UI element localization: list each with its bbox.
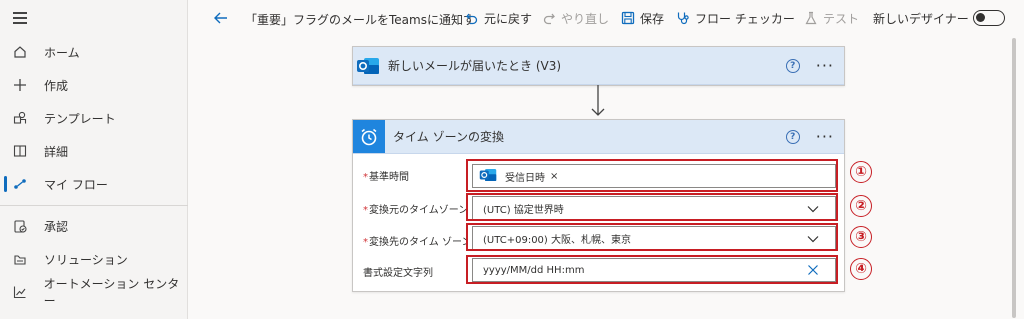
highlight-box-2 xyxy=(466,193,838,221)
solution-icon xyxy=(12,251,28,267)
clock-icon xyxy=(353,120,385,153)
field-label-format-string: 書式設定文字列 xyxy=(363,268,433,279)
stethoscope-icon xyxy=(677,12,689,25)
new-designer-toggle[interactable] xyxy=(973,10,1005,26)
nav-label-approvals: 承認 xyxy=(44,219,69,234)
outlook-icon xyxy=(356,54,380,78)
nav-item-automation-center[interactable]: オートメーション センター xyxy=(0,277,188,308)
annotation-badge-3: ③ xyxy=(850,226,872,248)
redo-icon xyxy=(543,13,555,25)
save-icon xyxy=(621,11,635,25)
approval-icon xyxy=(12,218,28,234)
test-label: テスト xyxy=(823,11,860,26)
new-designer-label: 新しいデザイナー xyxy=(873,11,969,26)
flow-title: 「重要」フラグのメールをTeamsに通知す xyxy=(245,13,475,27)
flow-icon xyxy=(12,176,28,192)
nav-item-templates[interactable]: テンプレート xyxy=(0,103,188,133)
flow-arrow xyxy=(591,85,605,116)
nav-item-create[interactable]: 作成 xyxy=(0,70,188,100)
save-button[interactable]: 保存 xyxy=(621,9,664,27)
nav-item-solutions[interactable]: ソリューション xyxy=(0,244,188,274)
annotation-badge-2: ② xyxy=(850,195,872,217)
undo-icon xyxy=(466,13,478,25)
flow-checker-button[interactable]: フロー チェッカー xyxy=(676,9,795,27)
toolbar: 「重要」フラグのメールをTeamsに通知す 元に戻す やり直し 保存 フロー チ… xyxy=(190,0,1024,36)
nav-label-solutions: ソリューション xyxy=(44,252,128,267)
trigger-card[interactable]: 新しいメールが届いたとき (V3) ? ··· xyxy=(352,46,845,86)
nav-item-my-flows[interactable]: マイ フロー xyxy=(0,169,188,199)
highlight-box-1 xyxy=(466,159,838,192)
trigger-title: 新しいメールが届いたとき (V3) xyxy=(388,59,562,73)
plus-icon xyxy=(12,77,28,93)
template-icon xyxy=(12,110,28,126)
field-label-base-time: *基準時間 xyxy=(363,172,409,183)
nav-label-automation-center: オートメーション センター xyxy=(43,277,180,308)
nav-item-home[interactable]: ホーム xyxy=(0,37,188,67)
trigger-card-header[interactable]: 新しいメールが届いたとき (V3) ? ··· xyxy=(353,47,844,85)
vertical-scrollbar[interactable] xyxy=(1010,36,1018,319)
nav-item-learn[interactable]: 詳細 xyxy=(0,136,188,166)
highlight-box-4 xyxy=(466,255,838,284)
flask-icon xyxy=(805,11,817,25)
nav-label-templates: テンプレート xyxy=(44,111,116,126)
flow-checker-label: フロー チェッカー xyxy=(695,11,795,26)
nav-item-approvals[interactable]: 承認 xyxy=(0,211,188,241)
home-icon xyxy=(12,44,28,60)
more-options-icon[interactable]: ··· xyxy=(816,57,834,73)
nav-label-my-flows: マイ フロー xyxy=(44,177,108,192)
help-icon[interactable]: ? xyxy=(785,129,800,144)
nav-label-create: 作成 xyxy=(44,78,69,93)
help-icon[interactable]: ? xyxy=(785,58,800,73)
left-nav: ホーム 作成 テンプレート 詳細 マイ フロー 承認 ソリューション オートメー… xyxy=(0,0,188,319)
book-icon xyxy=(12,143,28,159)
save-label: 保存 xyxy=(640,11,665,26)
sidebar-divider xyxy=(0,205,188,206)
chart-icon xyxy=(12,284,28,300)
redo-label: やり直し xyxy=(561,11,610,26)
nav-label-learn: 詳細 xyxy=(44,144,69,159)
annotation-badge-4: ④ xyxy=(850,258,872,280)
action-title: タイム ゾーンの変換 xyxy=(393,130,504,144)
scrollbar-thumb[interactable] xyxy=(1012,38,1016,318)
action-card-header[interactable]: タイム ゾーンの変換 ? ··· xyxy=(353,120,844,154)
test-button[interactable]: テスト xyxy=(804,9,859,27)
undo-label: 元に戻す xyxy=(484,11,533,26)
more-options-icon[interactable]: ··· xyxy=(816,128,834,144)
undo-button[interactable]: 元に戻す xyxy=(465,9,532,27)
hamburger-menu-icon[interactable] xyxy=(13,12,27,24)
field-label-source-timezone: *変換元のタイムゾーン xyxy=(363,205,468,216)
annotation-badge-1: ① xyxy=(850,161,872,183)
field-label-target-timezone: *変換先のタイム ゾーン xyxy=(363,237,468,248)
redo-button[interactable]: やり直し xyxy=(542,9,609,27)
nav-label-home: ホーム xyxy=(44,45,80,60)
back-arrow-icon[interactable] xyxy=(212,9,230,27)
highlight-box-3 xyxy=(466,223,838,251)
